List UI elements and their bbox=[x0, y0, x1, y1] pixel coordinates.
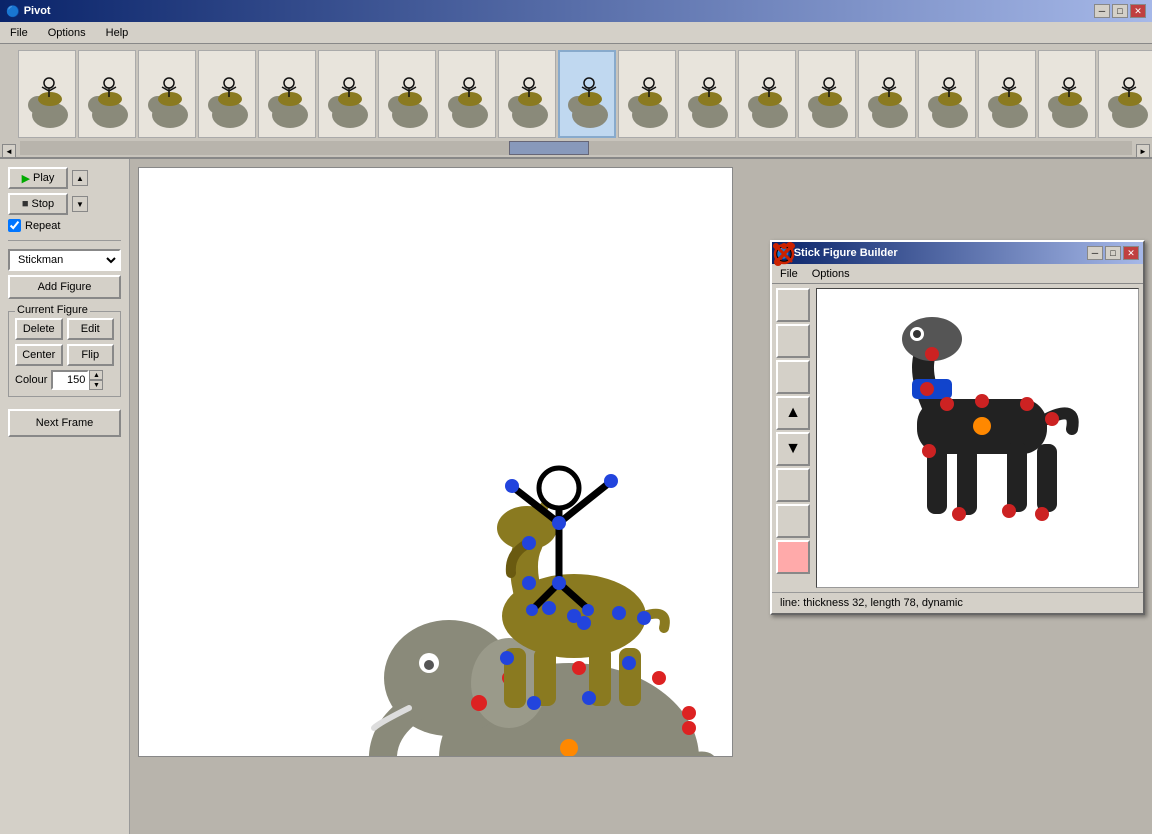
menu-options[interactable]: Options bbox=[42, 25, 92, 41]
current-figure-label: Current Figure bbox=[15, 304, 90, 316]
current-figure-group: Current Figure Delete Edit Center Flip C… bbox=[8, 311, 121, 397]
add-figure-button[interactable]: Add Figure bbox=[8, 275, 121, 299]
close-button[interactable]: ✕ bbox=[1130, 4, 1146, 18]
minimize-button[interactable]: ─ bbox=[1094, 4, 1110, 18]
left-panel: ▶ Play ▲ ■ Stop ▼ Repeat Stickman Add Fi… bbox=[0, 159, 130, 834]
elephant-joint-1 bbox=[471, 695, 487, 711]
center-button[interactable]: Center bbox=[15, 344, 63, 366]
next-frame-button[interactable]: Next Frame bbox=[8, 409, 121, 437]
horse-joint-2 bbox=[522, 576, 536, 590]
canvas-area: 🔵 Stick Figure Builder ─ □ ✕ File Option… bbox=[130, 159, 1152, 834]
frame-thumb-13[interactable] bbox=[738, 50, 796, 138]
frame-strip: ◄ ► bbox=[0, 44, 1152, 159]
elephant-eye-pupil bbox=[424, 660, 434, 670]
elephant-tail bbox=[689, 756, 715, 758]
title-bar-left: 🔵 Pivot bbox=[6, 5, 51, 18]
frame-thumb-8[interactable] bbox=[438, 50, 496, 138]
frame-thumb-9[interactable] bbox=[498, 50, 556, 138]
frame-strip-inner bbox=[14, 44, 1138, 143]
title-bar: 🔵 Pivot ─ □ ✕ bbox=[0, 0, 1152, 22]
canvas-svg bbox=[139, 168, 733, 757]
stickman-shoulder-joint bbox=[552, 516, 566, 530]
main-canvas[interactable]: 🔵 Stick Figure Builder ─ □ ✕ File Option… bbox=[138, 167, 733, 757]
colour-spinner-buttons: ▲ ▼ bbox=[89, 370, 103, 390]
horse-joint-7 bbox=[500, 651, 514, 665]
elephant-joint-12 bbox=[682, 706, 696, 720]
stop-button[interactable]: ■ Stop bbox=[8, 193, 68, 215]
strip-scroll-right[interactable]: ► bbox=[1136, 144, 1150, 158]
strip-scroll-left[interactable]: ◄ bbox=[2, 144, 16, 158]
divider-1 bbox=[8, 240, 121, 241]
frame-thumb-2[interactable] bbox=[78, 50, 136, 138]
frame-thumb-4[interactable] bbox=[198, 50, 256, 138]
delete-button[interactable]: Delete bbox=[15, 318, 63, 340]
stickman-hip-joint bbox=[552, 576, 566, 590]
frame-thumbs bbox=[18, 50, 1152, 138]
repeat-label: Repeat bbox=[25, 220, 60, 232]
delete-edit-row: Delete Edit bbox=[15, 318, 114, 340]
horse-joint-8 bbox=[527, 696, 541, 710]
frame-thumb-17[interactable] bbox=[978, 50, 1036, 138]
frame-thumb-11[interactable] bbox=[618, 50, 676, 138]
frame-thumb-7[interactable] bbox=[378, 50, 436, 138]
stickman-left-foot bbox=[526, 604, 538, 616]
horse-joint-5 bbox=[612, 606, 626, 620]
flip-button[interactable]: Flip bbox=[67, 344, 115, 366]
menu-help[interactable]: Help bbox=[100, 25, 135, 41]
horse-joint-1 bbox=[522, 536, 536, 550]
frame-thumb-1[interactable] bbox=[18, 50, 76, 138]
repeat-row: Repeat bbox=[8, 219, 121, 232]
strip-scrollbar-thumb[interactable] bbox=[509, 141, 589, 155]
elephant-joint-3 bbox=[572, 661, 586, 675]
app-title: Pivot bbox=[24, 5, 51, 17]
frame-thumb-15[interactable] bbox=[858, 50, 916, 138]
frame-thumb-3[interactable] bbox=[138, 50, 196, 138]
center-flip-row: Center Flip bbox=[15, 344, 114, 366]
colour-down[interactable]: ▼ bbox=[89, 380, 103, 390]
colour-label: Colour bbox=[15, 374, 47, 386]
horse-joint-10 bbox=[622, 656, 636, 670]
frame-thumb-14[interactable] bbox=[798, 50, 856, 138]
strip-scrollbar-track bbox=[20, 141, 1132, 155]
stop-icon: ■ bbox=[22, 198, 29, 210]
play-icon: ▶ bbox=[22, 172, 30, 185]
edit-button[interactable]: Edit bbox=[67, 318, 115, 340]
elephant-joint-5 bbox=[682, 721, 696, 735]
play-scroll-up[interactable]: ▲ bbox=[72, 170, 88, 186]
frame-thumb-6[interactable] bbox=[318, 50, 376, 138]
colour-spinner: ▲ ▼ bbox=[51, 370, 103, 390]
stickman-left-hand bbox=[505, 479, 519, 493]
figure-type-dropdown[interactable]: Stickman bbox=[8, 249, 121, 271]
stickman-right-hand bbox=[604, 474, 618, 488]
horse-center-joint bbox=[567, 609, 581, 623]
stop-row: ■ Stop ▼ bbox=[8, 193, 121, 215]
repeat-checkbox[interactable] bbox=[8, 219, 21, 232]
frame-thumb-5[interactable] bbox=[258, 50, 316, 138]
stickman-right-foot bbox=[582, 604, 594, 616]
elephant-joint-4 bbox=[652, 671, 666, 685]
elephant-center-joint bbox=[560, 739, 578, 757]
menu-bar: File Options Help bbox=[0, 22, 1152, 44]
horse-joint-9 bbox=[582, 691, 596, 705]
play-row: ▶ Play ▲ bbox=[8, 167, 121, 189]
play-button[interactable]: ▶ Play bbox=[8, 167, 68, 189]
menu-file[interactable]: File bbox=[4, 25, 34, 41]
colour-row: Colour ▲ ▼ bbox=[15, 370, 114, 390]
colour-up[interactable]: ▲ bbox=[89, 370, 103, 380]
frame-thumb-10[interactable] bbox=[558, 50, 616, 138]
frame-thumb-12[interactable] bbox=[678, 50, 736, 138]
maximize-button[interactable]: □ bbox=[1112, 4, 1128, 18]
main-area: ▶ Play ▲ ■ Stop ▼ Repeat Stickman Add Fi… bbox=[0, 159, 1152, 834]
title-bar-buttons: ─ □ ✕ bbox=[1094, 4, 1146, 18]
frame-thumb-19[interactable] bbox=[1098, 50, 1152, 138]
frame-thumb-16[interactable] bbox=[918, 50, 976, 138]
colour-input[interactable] bbox=[51, 370, 89, 390]
frame-thumb-18[interactable] bbox=[1038, 50, 1096, 138]
horse-joint-6 bbox=[637, 611, 651, 625]
stickman-head bbox=[539, 468, 579, 508]
horse-joint-3 bbox=[542, 601, 556, 615]
app-icon: 🔵 bbox=[6, 5, 20, 18]
play-scroll-down[interactable]: ▼ bbox=[72, 196, 88, 212]
